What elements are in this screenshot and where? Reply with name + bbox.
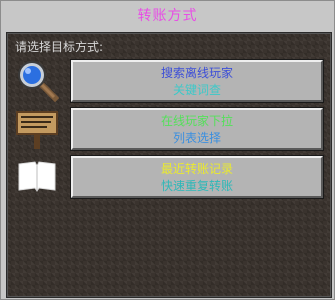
recent-transfer-records-button[interactable]: 最近转账记录 快速重复转账	[71, 156, 323, 198]
online-player-list-button[interactable]: 在线玩家下拉 列表选择	[71, 108, 323, 150]
option-title: 在线玩家下拉	[160, 114, 233, 128]
sign-board-icon	[15, 105, 59, 149]
transfer-method-dialog: 转账方式 请选择目标方式: 搜索离线玩家 关键词查 在线玩家下拉 列表选择 最近…	[0, 0, 335, 300]
option-subtitle: 关键词查	[172, 83, 221, 97]
magnifier-icon	[15, 58, 60, 103]
option-subtitle: 快速重复转账	[160, 179, 233, 193]
options-panel: 请选择目标方式: 搜索离线玩家 关键词查 在线玩家下拉 列表选择 最近转账记录 …	[6, 32, 332, 298]
option-title: 最近转账记录	[160, 162, 233, 176]
option-title: 搜索离线玩家	[160, 66, 233, 80]
book-icon	[15, 154, 59, 198]
select-prompt: 请选择目标方式:	[15, 40, 104, 54]
option-subtitle: 列表选择	[172, 131, 221, 145]
search-offline-player-button[interactable]: 搜索离线玩家 关键词查	[71, 60, 323, 102]
dialog-title: 转账方式	[137, 8, 198, 24]
